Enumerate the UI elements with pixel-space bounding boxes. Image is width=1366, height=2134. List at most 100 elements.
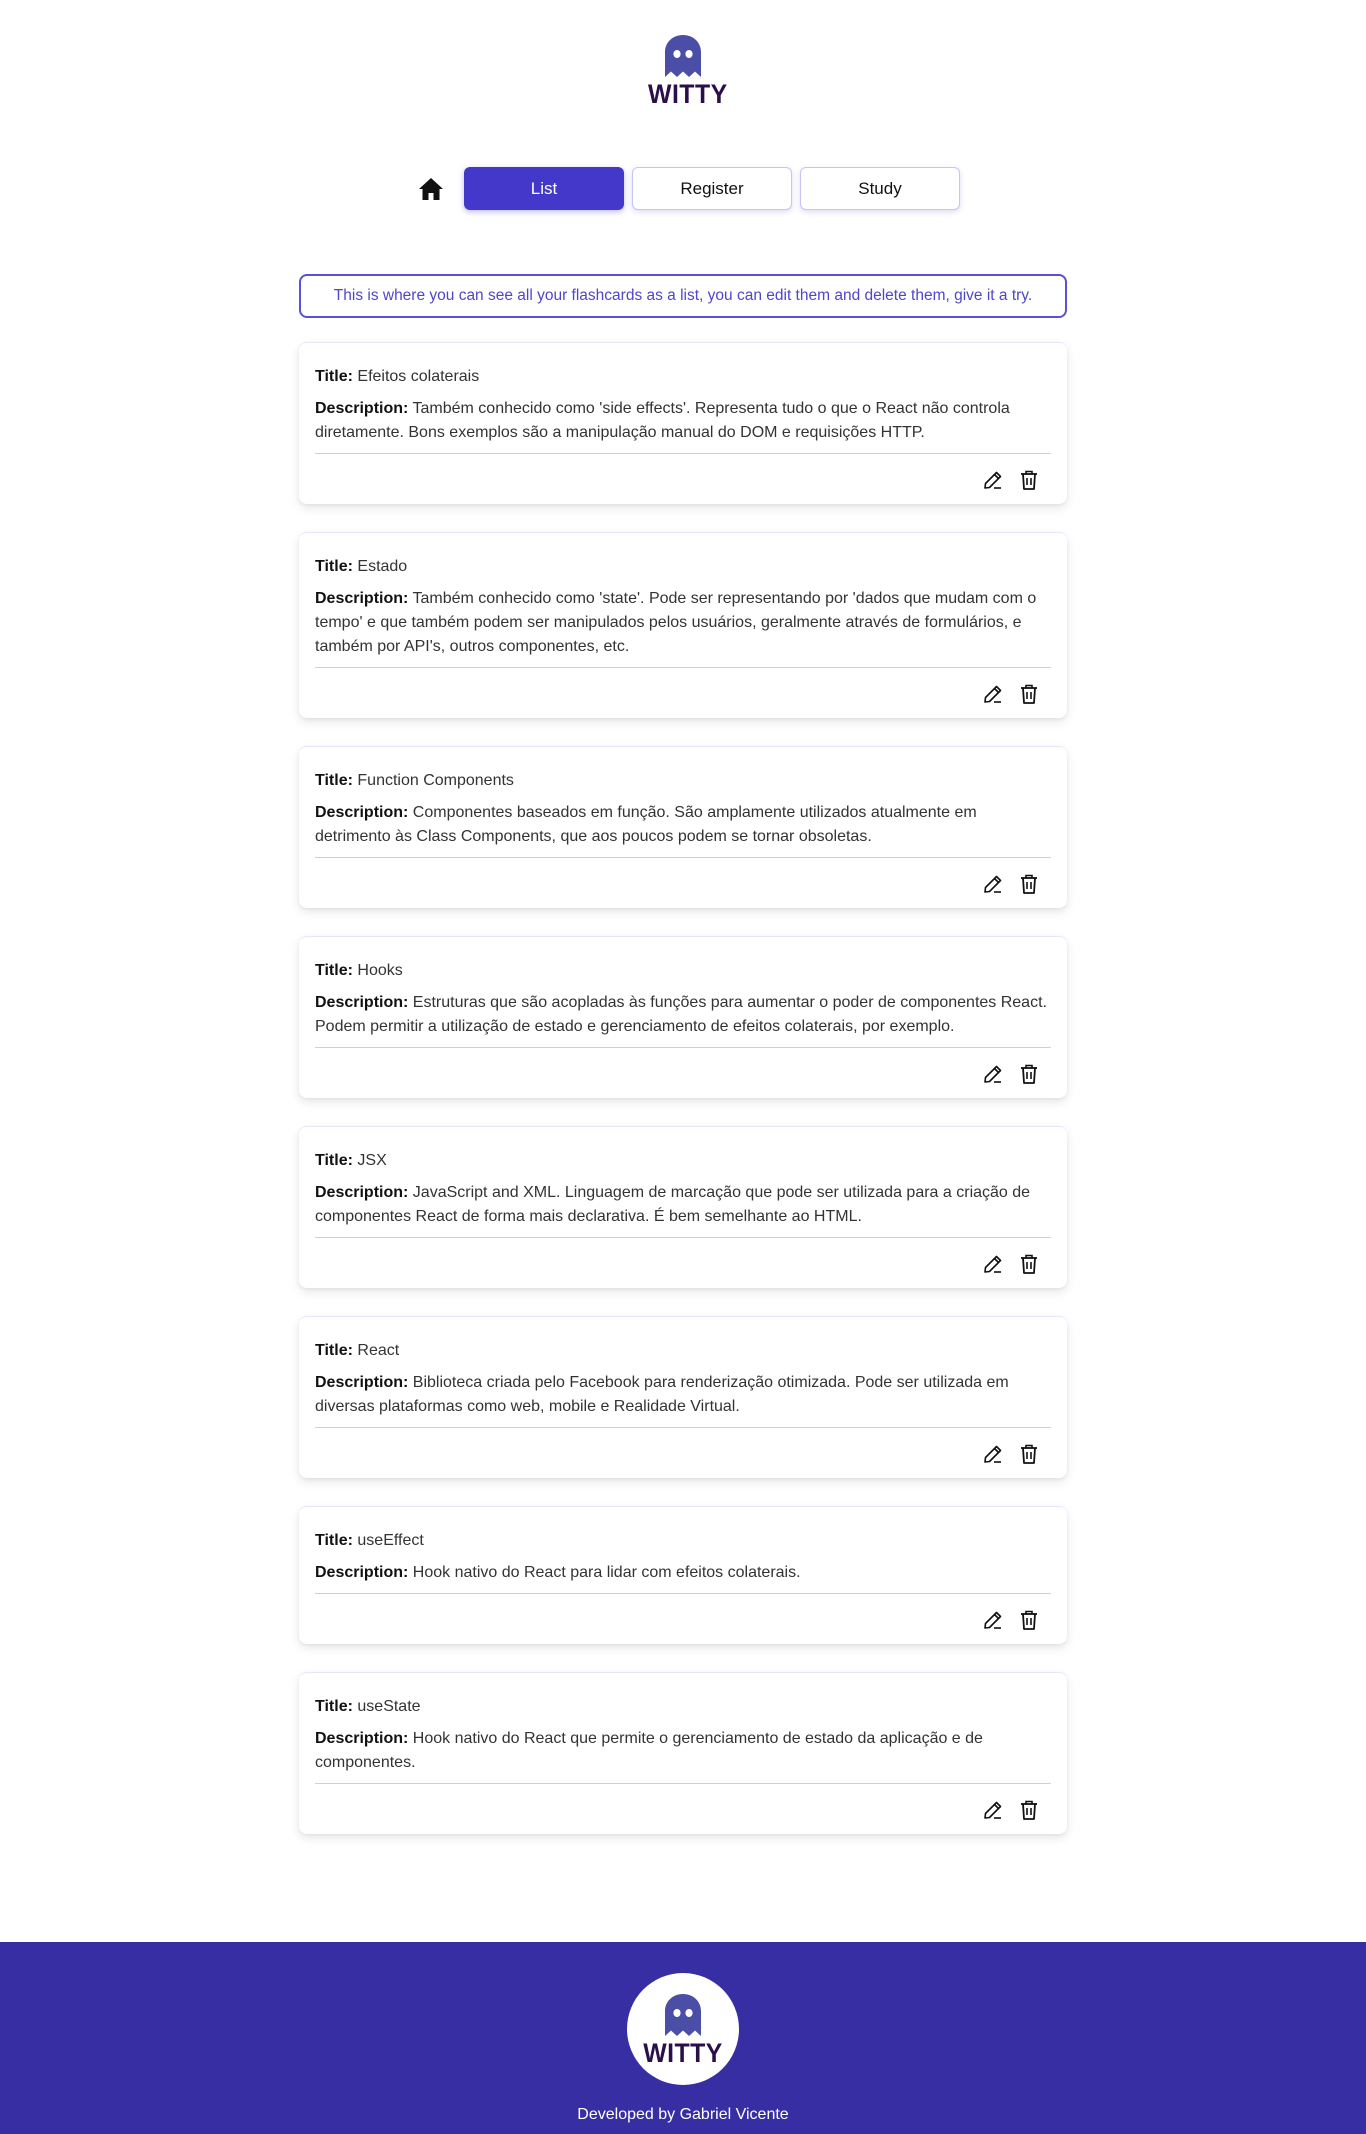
card-description: Estruturas que são acopladas às funções … (315, 994, 1047, 1035)
pencil-icon (984, 685, 1002, 703)
card-title: Efeitos colaterais (357, 368, 480, 385)
delete-button[interactable] (1017, 1252, 1041, 1276)
edit-button[interactable] (981, 682, 1005, 706)
edit-button[interactable] (981, 872, 1005, 896)
card-title-row: Title: Hooks (315, 959, 1051, 983)
main-nav: List Register Study (0, 167, 1366, 211)
edit-button[interactable] (981, 1062, 1005, 1086)
card-description-label: Description: (315, 994, 409, 1011)
trash-icon (1021, 874, 1037, 894)
edit-button[interactable] (981, 1608, 1005, 1632)
card-description: Hook nativo do React que permite o geren… (315, 1730, 983, 1771)
card-title-label: Title: (315, 1698, 353, 1715)
trash-icon (1021, 1444, 1037, 1464)
card-title-label: Title: (315, 1342, 353, 1359)
home-button[interactable] (418, 177, 444, 201)
card-description-label: Description: (315, 590, 409, 607)
card-title-label: Title: (315, 1532, 353, 1549)
pencil-icon (984, 1611, 1002, 1629)
card-title-label: Title: (315, 772, 353, 789)
card-title-row: Title: Efeitos colaterais (315, 365, 1051, 389)
card-actions (315, 1238, 1051, 1288)
card-description: Biblioteca criada pelo Facebook para ren… (315, 1374, 1009, 1415)
footer-brand-name: WITTY (643, 2038, 723, 2068)
edit-button[interactable] (981, 1252, 1005, 1276)
card-description-row: Description: JavaScript and XML. Linguag… (315, 1181, 1051, 1229)
delete-button[interactable] (1017, 1798, 1041, 1822)
card-title-row: Title: React (315, 1339, 1051, 1363)
card-description: Componentes baseados em função. São ampl… (315, 804, 977, 845)
trash-icon (1021, 684, 1037, 704)
pencil-icon (984, 1065, 1002, 1083)
card-actions (315, 1784, 1051, 1834)
app-footer: WITTY Developed by Gabriel Vicente (0, 1942, 1366, 2134)
card-actions (315, 1048, 1051, 1098)
flashcard: Title: useState Description: Hook nativo … (299, 1672, 1067, 1834)
card-title: Estado (357, 558, 408, 575)
card-description-row: Description: Também conhecido como 'side… (315, 397, 1051, 445)
card-actions (315, 454, 1051, 504)
flashcard: Title: Function Components Description: C… (299, 746, 1067, 908)
card-title: Hooks (357, 962, 403, 979)
card-title-row: Title: JSX (315, 1149, 1051, 1173)
card-description-label: Description: (315, 1374, 409, 1391)
card-description-row: Description: Estruturas que são acoplada… (315, 991, 1051, 1039)
flashcard: Title: Hooks Description: Estruturas que … (299, 936, 1067, 1098)
delete-button[interactable] (1017, 1062, 1041, 1086)
card-title: JSX (357, 1152, 387, 1169)
card-title-row: Title: Estado (315, 555, 1051, 579)
tab-study[interactable]: Study (800, 167, 960, 210)
delete-button[interactable] (1017, 1608, 1041, 1632)
edit-button[interactable] (981, 468, 1005, 492)
card-description-label: Description: (315, 400, 409, 417)
trash-icon (1021, 470, 1037, 490)
ghost-icon (665, 35, 701, 77)
brand-name: WITTY (648, 79, 728, 109)
card-title-label: Title: (315, 1152, 353, 1169)
trash-icon (1021, 1064, 1037, 1084)
card-title-row: Title: useEffect (315, 1529, 1051, 1553)
delete-button[interactable] (1017, 872, 1041, 896)
edit-button[interactable] (981, 1798, 1005, 1822)
card-title: React (357, 1342, 400, 1359)
card-title-row: Title: Function Components (315, 769, 1051, 793)
card-description-row: Description: Hook nativo do React que pe… (315, 1727, 1051, 1775)
footer-logo: WITTY (627, 1973, 739, 2085)
card-description-row: Description: Componentes baseados em fun… (315, 801, 1051, 849)
ghost-icon (665, 1994, 701, 2036)
card-actions (315, 858, 1051, 908)
card-description-label: Description: (315, 1184, 409, 1201)
card-title-row: Title: useState (315, 1695, 1051, 1719)
card-description-label: Description: (315, 1564, 409, 1581)
pencil-icon (984, 1445, 1002, 1463)
flashcard: Title: Efeitos colaterais Description: Ta… (299, 342, 1067, 504)
delete-button[interactable] (1017, 682, 1041, 706)
home-icon (419, 178, 443, 200)
flashcard: Title: React Description: Biblioteca cria… (299, 1316, 1067, 1478)
flashcard: Title: JSX Description: JavaScript and XM… (299, 1126, 1067, 1288)
footer-credit: Developed by Gabriel Vicente (577, 2106, 789, 2123)
card-title-label: Title: (315, 368, 353, 385)
card-actions (315, 668, 1051, 718)
edit-button[interactable] (981, 1442, 1005, 1466)
delete-button[interactable] (1017, 1442, 1041, 1466)
pencil-icon (984, 875, 1002, 893)
card-description-label: Description: (315, 1730, 409, 1747)
pencil-icon (984, 1255, 1002, 1273)
card-title-label: Title: (315, 962, 353, 979)
card-description: Hook nativo do React para lidar com efei… (412, 1564, 801, 1581)
flashcard: Title: Estado Description: Também conheci… (299, 532, 1067, 718)
trash-icon (1021, 1610, 1037, 1630)
tab-list[interactable]: List (464, 167, 624, 210)
pencil-icon (984, 1801, 1002, 1819)
pencil-icon (984, 471, 1002, 489)
trash-icon (1021, 1800, 1037, 1820)
card-description: JavaScript and XML. Linguagem de marcaçã… (315, 1184, 1031, 1225)
flashcard: Title: useEffect Description: Hook nativo… (299, 1506, 1067, 1644)
delete-button[interactable] (1017, 468, 1041, 492)
card-actions (315, 1428, 1051, 1478)
info-banner: This is where you can see all your flash… (299, 274, 1067, 318)
card-title: useState (357, 1698, 421, 1715)
tab-register[interactable]: Register (632, 167, 792, 210)
witty-logo[interactable]: WITTY (645, 34, 728, 114)
